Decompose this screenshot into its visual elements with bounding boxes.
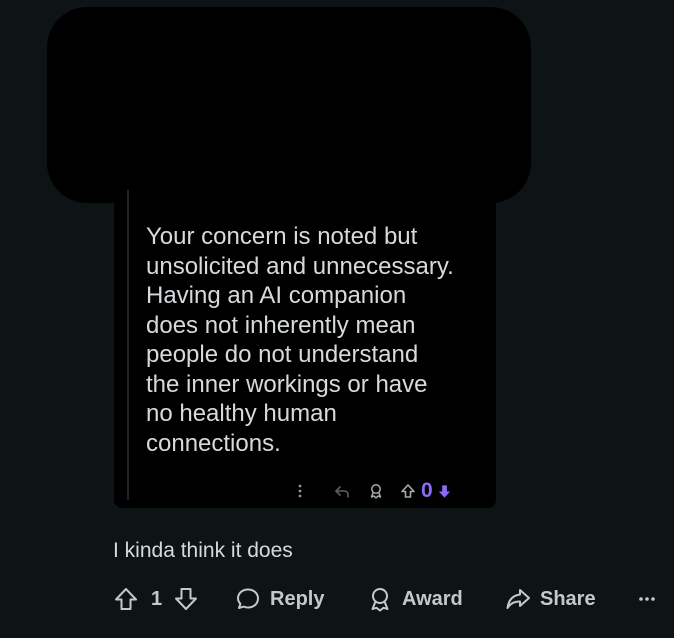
- downvote-icon: [173, 586, 199, 612]
- embedded-comment-actions: 0: [290, 480, 454, 502]
- more-options-button[interactable]: [638, 584, 656, 614]
- upvote-button[interactable]: [113, 584, 139, 614]
- award-icon: [367, 586, 393, 612]
- award-label: Award: [402, 587, 463, 610]
- vote-count: 1: [151, 587, 163, 610]
- award-button[interactable]: Award: [367, 584, 463, 614]
- embedded-comment-body: Your concern is noted but unsolicited an…: [146, 223, 454, 457]
- reply-icon: [235, 586, 261, 612]
- online-status-indicator: [484, 193, 494, 211]
- award-icon[interactable]: [366, 483, 386, 499]
- reply-button[interactable]: Reply: [235, 584, 324, 614]
- reply-label: Reply: [270, 587, 325, 610]
- embedded-vote-score: 0: [421, 479, 433, 502]
- upvote-icon: [113, 586, 139, 612]
- upvote-icon[interactable]: [398, 483, 418, 499]
- more-options-icon: [638, 596, 656, 602]
- downvote-button[interactable]: [173, 584, 199, 614]
- redacted-region: [47, 7, 531, 203]
- downvote-icon[interactable]: [436, 483, 454, 499]
- thread-line: [127, 190, 129, 500]
- share-icon: [505, 586, 531, 612]
- comment-text: I kinda think it does: [113, 539, 293, 562]
- comment-action-bar: 1 Reply Award Share: [113, 584, 661, 614]
- share-button[interactable]: Share: [505, 584, 596, 614]
- reply-icon[interactable]: [332, 484, 352, 498]
- more-options-icon[interactable]: [290, 484, 310, 498]
- share-label: Share: [540, 587, 596, 610]
